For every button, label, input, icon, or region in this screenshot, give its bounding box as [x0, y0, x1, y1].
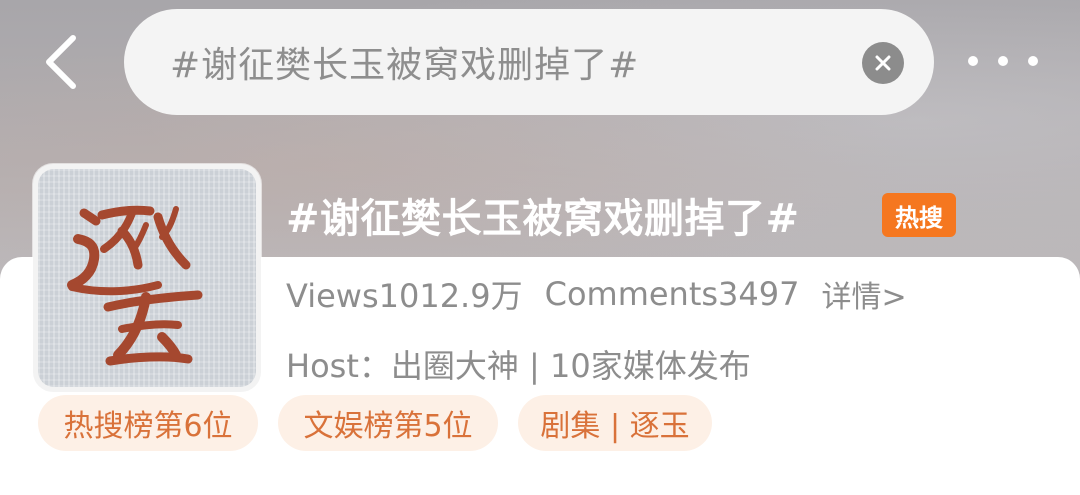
more-dot-icon [1028, 56, 1038, 66]
more-dot-icon [968, 56, 978, 66]
chevron-left-icon [46, 35, 76, 89]
details-link[interactable]: 详情> [821, 272, 906, 316]
search-input[interactable]: #谢征樊长玉被窝戏删掉了# [124, 9, 934, 115]
more-dot-icon [998, 56, 1008, 66]
more-options-button[interactable] [968, 44, 1038, 78]
search-query-text: #谢征樊长玉被窝戏删掉了# [170, 45, 640, 86]
back-button[interactable] [34, 30, 88, 94]
cover-artwork [38, 169, 256, 387]
calligraphy-logo [67, 205, 203, 366]
tag-hot-search-rank[interactable]: 热搜榜第6位 [38, 395, 258, 451]
tag-series[interactable]: 剧集 | 逐玉 [518, 395, 712, 451]
hot-search-badge: 热搜 [882, 193, 956, 237]
close-icon [875, 55, 891, 71]
tag-entertainment-rank[interactable]: 文娱榜第5位 [278, 395, 498, 451]
topic-cover-image[interactable] [33, 164, 261, 392]
clear-search-button[interactable] [862, 42, 904, 84]
topic-title: #谢征樊长玉被窝戏删掉了# [286, 196, 800, 242]
views-count: Views1012.9万 [286, 277, 523, 315]
comments-count: Comments3497 [544, 275, 800, 313]
topic-stats: Views1012.9万 Comments3497 详情> [286, 272, 907, 316]
host-info: Host：出圈大神 | 10家媒体发布 [286, 347, 751, 385]
